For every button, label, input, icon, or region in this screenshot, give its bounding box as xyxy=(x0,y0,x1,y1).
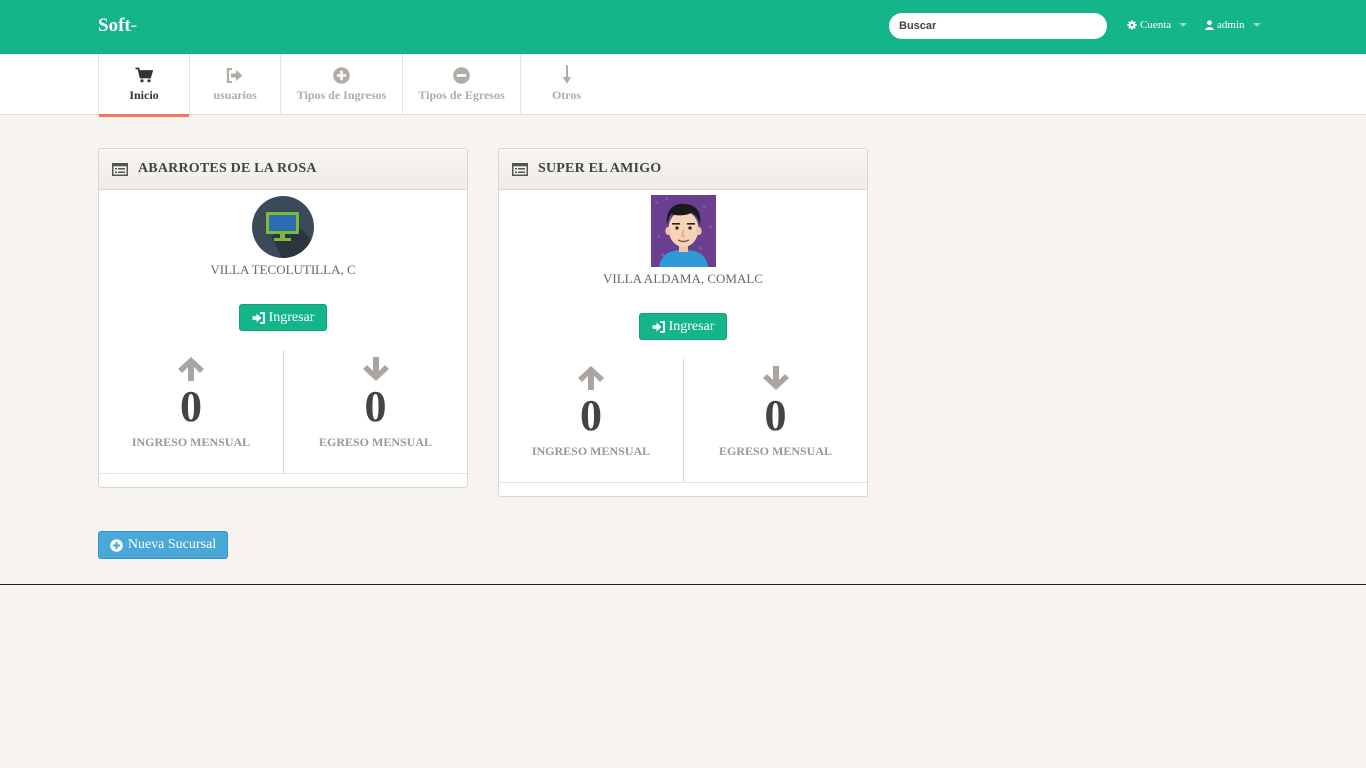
ingresar-label: Ingresar xyxy=(268,309,315,325)
ingreso-value: 0 xyxy=(180,382,202,431)
tab-inicio[interactable]: Inicio xyxy=(98,54,190,117)
list-icon xyxy=(512,162,528,176)
sign-out-icon xyxy=(226,67,243,83)
brand-suffix: - xyxy=(130,15,138,36)
egreso-label: EGRESO MENSUAL xyxy=(318,435,433,449)
sign-in-icon xyxy=(652,320,665,333)
card-header: ABARROTES DE LA ROSA xyxy=(99,149,467,190)
tab-tipos-ingresos-label: Tipos de Ingresos xyxy=(296,88,387,102)
monitor-icon xyxy=(252,196,314,258)
ingresar-button[interactable]: Ingresar xyxy=(638,313,728,340)
ingreso-stat: 0 INGRESO MENSUAL xyxy=(499,359,683,482)
chevron-down-icon xyxy=(1179,23,1188,27)
branch-name: SUPER EL AMIGO xyxy=(538,161,662,176)
ingresar-button[interactable]: Ingresar xyxy=(238,304,328,331)
footer-divider xyxy=(0,584,1366,585)
user-menu[interactable]: admin xyxy=(1205,19,1261,31)
add-branch-button[interactable]: Nueva Sucursal xyxy=(98,531,228,559)
main-tabs: Inicio usuarios Tipos de Ingresos Tipos … xyxy=(0,54,1366,117)
egreso-label: EGRESO MENSUAL xyxy=(718,444,833,458)
tab-tipos-egresos-label: Tipos de Egresos xyxy=(418,88,505,102)
ingreso-value: 0 xyxy=(580,391,602,440)
arrow-down-icon xyxy=(562,65,571,84)
ingreso-stat: 0 INGRESO MENSUAL xyxy=(99,350,283,473)
search-input[interactable] xyxy=(889,13,1107,39)
person-avatar xyxy=(650,195,716,267)
top-navbar: Soft- Cuenta admin xyxy=(0,0,1366,54)
minus-circle-icon xyxy=(453,66,470,84)
egreso-stat: 0 EGRESO MENSUAL xyxy=(683,359,867,482)
arrow-up-icon xyxy=(578,366,604,390)
tab-tipos-egresos[interactable]: Tipos de Egresos xyxy=(403,54,521,115)
tab-otros[interactable]: Otros xyxy=(521,54,612,115)
card-header: SUPER EL AMIGO xyxy=(499,149,867,190)
stats-row: 0 INGRESO MENSUAL 0 EGRESO MENSUAL xyxy=(499,359,867,483)
brand-logo[interactable]: Soft- xyxy=(98,15,137,37)
brand-name: Soft xyxy=(98,15,131,36)
arrow-down-icon xyxy=(762,366,789,390)
user-label: admin xyxy=(1217,19,1245,31)
branch-card: ABARROTES DE LA ROSA VILLA TECOLUTILLA, … xyxy=(98,148,468,488)
sign-in-icon xyxy=(252,311,265,324)
egreso-value: 0 xyxy=(364,382,387,431)
user-icon xyxy=(1205,20,1214,30)
ingresar-label: Ingresar xyxy=(668,318,715,334)
egreso-stat: 0 EGRESO MENSUAL xyxy=(283,350,467,473)
arrow-down-icon xyxy=(362,357,389,381)
egreso-value: 0 xyxy=(764,391,787,440)
plus-circle-icon xyxy=(333,66,350,84)
plus-circle-icon xyxy=(110,538,123,552)
ingreso-label: INGRESO MENSUAL xyxy=(531,444,651,458)
ingreso-label: INGRESO MENSUAL xyxy=(131,435,251,449)
arrow-up-icon xyxy=(178,357,204,381)
list-icon xyxy=(112,162,128,176)
tab-usuarios[interactable]: usuarios xyxy=(190,54,281,115)
account-label: Cuenta xyxy=(1140,19,1172,31)
tab-usuarios-label: usuarios xyxy=(213,88,257,102)
tab-tipos-ingresos[interactable]: Tipos de Ingresos xyxy=(281,54,403,115)
branch-name: ABARROTES DE LA ROSA xyxy=(138,161,317,176)
branch-location: VILLA ALDAMA, COMALC xyxy=(603,271,763,286)
account-menu[interactable]: Cuenta xyxy=(1127,19,1188,31)
chevron-down-icon xyxy=(1252,23,1261,27)
tab-otros-label: Otros xyxy=(551,88,582,102)
cart-icon xyxy=(135,67,153,83)
branch-location: VILLA TECOLUTILLA, C xyxy=(210,262,356,277)
stats-row: 0 INGRESO MENSUAL 0 EGRESO MENSUAL xyxy=(99,350,467,474)
branch-card: SUPER EL AMIGO VILLA ALDAMA, COMALC Ingr… xyxy=(498,148,868,497)
add-branch-label: Nueva Sucursal xyxy=(127,537,217,552)
gear-icon xyxy=(1127,20,1137,30)
tab-inicio-label: Inicio xyxy=(129,88,159,102)
